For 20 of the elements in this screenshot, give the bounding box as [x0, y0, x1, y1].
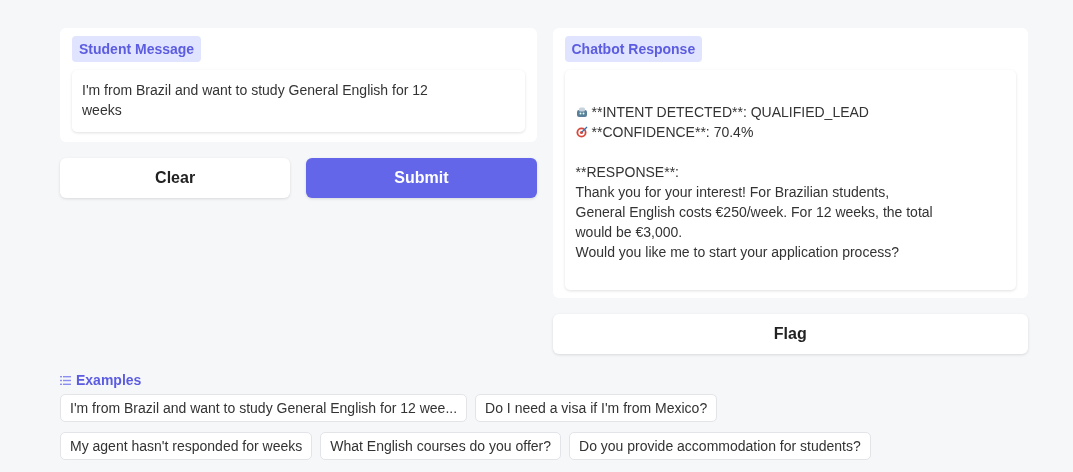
response-text: **INTENT DETECTED**: QUALIFIED_LEAD — [591, 103, 869, 122]
response-text: Thank you for your interest! For Brazilian students, General English costs €250/week. For 12 weeks, the total would be €3,000. — [575, 183, 934, 242]
example-chip[interactable]: Do you provide accommodation for students? — [569, 432, 871, 460]
submit-button[interactable]: Submit — [306, 158, 537, 198]
robot-icon — [575, 106, 588, 118]
response-text: **CONFIDENCE**: 70.4% — [591, 123, 754, 142]
flag-button[interactable]: Flag — [552, 314, 1028, 354]
example-chip[interactable]: What English courses do you offer? — [320, 432, 562, 460]
clear-button[interactable]: Clear — [60, 158, 291, 198]
response-text: Would you like me to start your application process? — [575, 243, 900, 262]
message-field[interactable]: I'm from Brazil and want to study General English for 12 weeks — [72, 70, 525, 132]
list-icon — [60, 375, 71, 385]
example-chip[interactable]: I'm from Brazil and want to study General English for 12 wee... — [60, 394, 468, 422]
example-chip[interactable]: My agent hasn't responded for weeks — [60, 432, 313, 460]
panel-label: Student Message — [72, 36, 202, 62]
example-chip[interactable]: Do I need a visa if I'm from Mexico? — [475, 394, 718, 422]
response-text: **RESPONSE**: — [575, 163, 680, 182]
examples-heading: Examples — [76, 372, 142, 388]
panel-label: Chatbot Response — [564, 36, 703, 62]
target-icon — [575, 126, 588, 138]
